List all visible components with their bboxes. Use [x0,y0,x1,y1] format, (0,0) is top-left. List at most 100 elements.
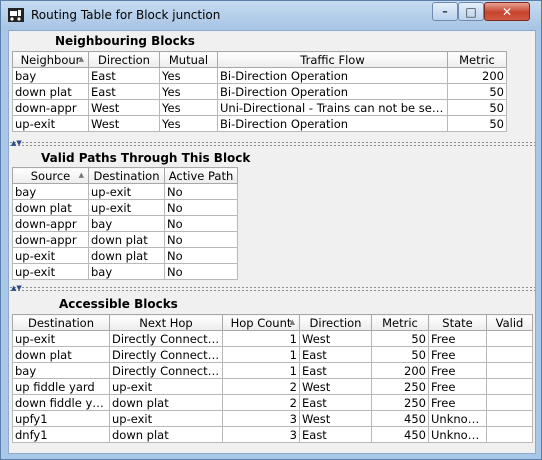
hop-count-cell[interactable]: 1 [222,346,300,363]
metric-cell[interactable]: 450 [371,410,429,427]
table-row[interactable]: dnfy1 down plat 3 East 450 Unknown [12,426,533,443]
active-path-cell[interactable]: No [164,199,238,216]
metric-cell[interactable]: 50 [371,346,429,363]
hop-count-cell[interactable]: 2 [222,394,300,411]
next-hop-cell[interactable]: Directly Connected [109,362,223,379]
metric-cell[interactable]: 50 [447,83,507,100]
direction-cell[interactable]: East [299,426,372,443]
active-path-cell[interactable]: No [164,215,238,232]
metric-cell[interactable]: 50 [371,330,429,347]
next-hop-cell[interactable]: up-exit [109,378,223,395]
metric-cell[interactable]: 450 [371,426,429,443]
direction-cell[interactable]: East [88,83,160,100]
table-row[interactable]: down plat up-exit No [12,199,238,216]
split-divider[interactable] [9,141,535,147]
state-cell[interactable]: Unknown [428,410,487,427]
hop-count-cell[interactable]: 1 [222,330,300,347]
column-header-mutual[interactable]: Mutual [159,51,218,68]
destination-cell[interactable]: up-exit [12,330,110,347]
next-hop-cell[interactable]: up-exit [109,410,223,427]
table-row[interactable]: down fiddle yard down plat 2 East 250 Free [12,394,533,411]
column-header-metric[interactable]: Metric [371,314,429,331]
neighbour-cell[interactable]: up-exit [12,115,89,132]
metric-cell[interactable]: 250 [371,378,429,395]
table-row[interactable]: down-appr bay No [12,215,238,232]
table-row[interactable]: up-exit Directly Connected 1 West 50 Free [12,330,533,347]
table-row[interactable]: bay East Yes Bi-Direction Operation 200 [12,67,507,84]
traffic-flow-cell[interactable]: Bi-Direction Operation [217,115,448,132]
neighbour-cell[interactable]: down plat [12,83,89,100]
direction-cell[interactable]: East [299,362,372,379]
mutual-cell[interactable]: Yes [159,99,218,116]
column-header-active-path[interactable]: Active Path [164,167,238,184]
direction-cell[interactable]: West [299,410,372,427]
valid-cell[interactable] [486,378,533,395]
table-row[interactable]: up-exit West Yes Bi-Direction Operation 50 [12,115,507,132]
title-bar[interactable]: Routing Table for Block junction – □ ✕ [1,1,541,30]
active-path-cell[interactable]: No [164,183,238,200]
direction-cell[interactable]: West [88,99,160,116]
source-cell[interactable]: up-exit [12,247,89,264]
column-header-destination[interactable]: Destination [88,167,165,184]
mutual-cell[interactable]: Yes [159,83,218,100]
hop-count-cell[interactable]: 1 [222,362,300,379]
state-cell[interactable]: Free [428,346,487,363]
mutual-cell[interactable]: Yes [159,67,218,84]
destination-cell[interactable]: down fiddle yard [12,394,110,411]
accessible-table[interactable]: Destination Next Hop Hop Count ▲ Directio… [12,314,533,443]
active-path-cell[interactable]: No [164,247,238,264]
column-header-direction[interactable]: Direction [88,51,160,68]
traffic-flow-cell[interactable]: Bi-Direction Operation [217,83,448,100]
hop-count-cell[interactable]: 3 [222,410,300,427]
hop-count-cell[interactable]: 3 [222,426,300,443]
table-row[interactable]: up fiddle yard up-exit 2 West 250 Free [12,378,533,395]
destination-cell[interactable]: up fiddle yard [12,378,110,395]
table-row[interactable]: down plat Directly Connected 1 East 50 Free [12,346,533,363]
column-header-next-hop[interactable]: Next Hop [109,314,223,331]
source-cell[interactable]: bay [12,183,89,200]
next-hop-cell[interactable]: Directly Connected [109,346,223,363]
direction-cell[interactable]: West [299,378,372,395]
mutual-cell[interactable]: Yes [159,115,218,132]
destination-cell[interactable]: upfy1 [12,410,110,427]
metric-cell[interactable]: 200 [371,362,429,379]
destination-cell[interactable]: dnfy1 [12,426,110,443]
metric-cell[interactable]: 250 [371,394,429,411]
neighbour-cell[interactable]: down-appr [12,99,89,116]
direction-cell[interactable]: East [88,67,160,84]
neighbour-cell[interactable]: bay [12,67,89,84]
state-cell[interactable]: Unknown [428,426,487,443]
column-header-direction[interactable]: Direction [299,314,372,331]
paths-table[interactable]: Source ▲ Destination Active Path bay up-ex… [12,167,238,280]
active-path-cell[interactable]: No [164,263,238,280]
destination-cell[interactable]: up-exit [88,199,165,216]
traffic-flow-cell[interactable]: Bi-Direction Operation [217,67,448,84]
column-header-hop-count[interactable]: Hop Count ▲ [222,314,300,331]
direction-cell[interactable]: East [299,394,372,411]
active-path-cell[interactable]: No [164,231,238,248]
next-hop-cell[interactable]: down plat [109,394,223,411]
metric-cell[interactable]: 50 [447,99,507,116]
split-divider[interactable] [9,286,535,292]
column-header-valid[interactable]: Valid [486,314,533,331]
valid-cell[interactable] [486,410,533,427]
column-header-destination[interactable]: Destination [12,314,110,331]
source-cell[interactable]: up-exit [12,263,89,280]
table-row[interactable]: upfy1 up-exit 3 West 450 Unknown [12,410,533,427]
close-button[interactable]: ✕ [484,2,530,21]
destination-cell[interactable]: bay [88,215,165,232]
next-hop-cell[interactable]: Directly Connected [109,330,223,347]
table-row[interactable]: up-exit down plat No [12,247,238,264]
column-header-source[interactable]: Source ▲ [12,167,89,184]
column-header-metric[interactable]: Metric [447,51,507,68]
traffic-flow-cell[interactable]: Uni-Directional - Trains can not be sent… [217,99,448,116]
destination-cell[interactable]: down plat [88,247,165,264]
destination-cell[interactable]: up-exit [88,183,165,200]
table-row[interactable]: down-appr West Yes Uni-Directional - Trains… [12,99,507,116]
table-row[interactable]: down-appr down plat No [12,231,238,248]
neighbours-table[interactable]: Neighbour ▲ Direction Mutual Traffic Flow… [12,51,507,132]
table-row[interactable]: bay Directly Connected 1 East 200 Free [12,362,533,379]
column-header-traffic-flow[interactable]: Traffic Flow [217,51,448,68]
valid-cell[interactable] [486,394,533,411]
state-cell[interactable]: Free [428,394,487,411]
